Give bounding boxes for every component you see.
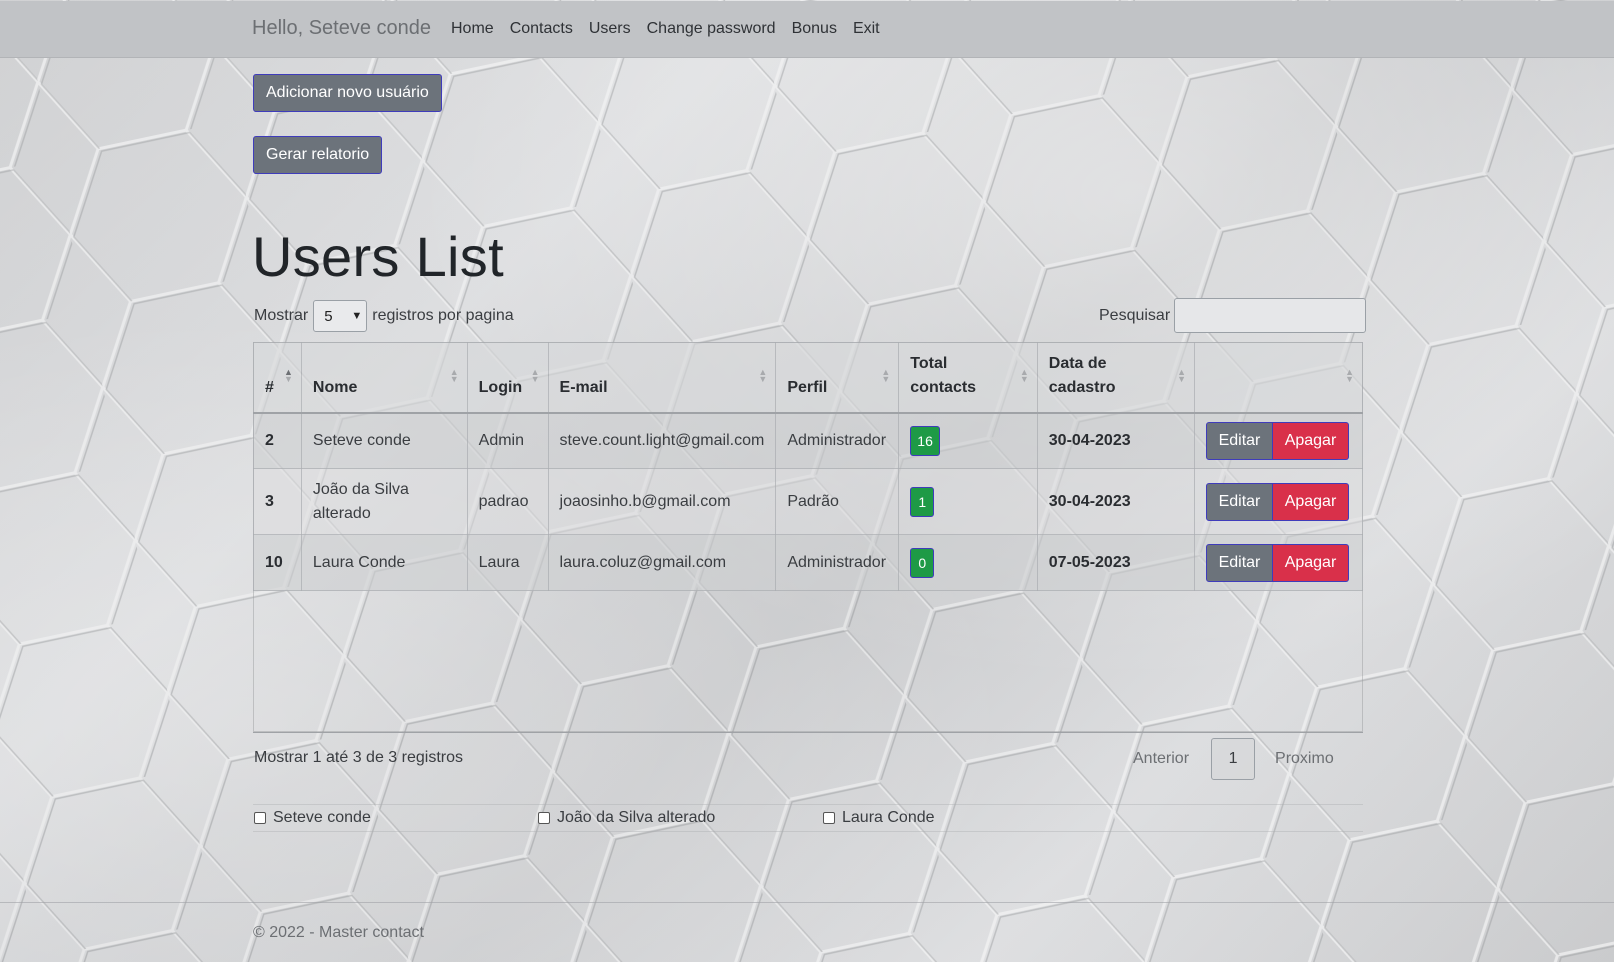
chevron-down-icon: ▼: [351, 310, 363, 322]
users-table: # ▲ ▼ Nome ▲ ▼ Login ▲ ▼ E-mail ▲ ▼ Perfil ▲ ▼ Tot…: [253, 342, 1364, 591]
pagination: Anterior 1 Proximo: [1133, 738, 1334, 780]
page-length-suffix: registros por pagina: [372, 307, 514, 324]
cell-perfil: Administrador: [775, 534, 900, 591]
sort-icon: ▲ ▼: [1177, 367, 1186, 384]
column-header-data-cadastro[interactable]: Data de cadastro ▲ ▼: [1036, 342, 1195, 414]
cell-data: 30-04-2023: [1036, 412, 1195, 469]
cell-data: 30-04-2023: [1036, 468, 1195, 535]
cell-email: joaosinho.b@gmail.com: [547, 468, 777, 535]
nav-users[interactable]: Users: [589, 20, 631, 38]
total-contacts-badge: 1: [910, 486, 935, 517]
page-length-control: Mostrar 5 ▼ registros por pagina: [254, 300, 514, 332]
checkbox-item[interactable]: Laura Conde: [823, 809, 935, 827]
checkbox-item[interactable]: João da Silva alterado: [538, 809, 715, 827]
pagination-info: Mostrar 1 até 3 de 3 registros: [254, 749, 463, 766]
pagination-next[interactable]: Proximo: [1275, 750, 1334, 768]
delete-button[interactable]: Apagar: [1272, 421, 1349, 460]
search-control: Pesquisar: [1099, 298, 1367, 333]
sort-icon: ▲ ▼: [881, 367, 891, 384]
cell-perfil: Padrão: [775, 468, 900, 535]
column-header-login[interactable]: Login ▲ ▼: [466, 342, 549, 414]
column-header-actions[interactable]: ▲ ▼: [1193, 342, 1364, 414]
cell-actions: Editar Apagar: [1193, 534, 1364, 591]
table-row: 3 João da Silva alterado padrao joaosinh…: [253, 468, 1364, 535]
sort-icon: ▲ ▼: [530, 367, 540, 384]
total-contacts-badge: 0: [910, 547, 935, 578]
search-label: Pesquisar: [1099, 306, 1171, 324]
sort-icon: ▲ ▼: [1019, 367, 1029, 384]
footer-divider: [0, 902, 1614, 903]
cell-perfil: Administrador: [775, 412, 900, 469]
edit-button[interactable]: Editar: [1205, 543, 1273, 582]
page-length-prefix: Mostrar: [254, 307, 309, 324]
cell-total: 1: [898, 468, 1038, 535]
cell-email: steve.count.light@gmail.com: [547, 412, 777, 469]
add-user-button[interactable]: Adicionar novo usuário: [253, 74, 442, 112]
edit-button[interactable]: Editar: [1205, 482, 1273, 521]
nav-bonus[interactable]: Bonus: [792, 20, 837, 38]
footer-text: © 2022 - Master contact: [253, 924, 424, 941]
cell-total: 0: [898, 534, 1038, 591]
cell-login: Laura: [466, 534, 549, 591]
column-header-email[interactable]: E-mail ▲ ▼: [547, 342, 777, 414]
sort-icon: ▲ ▼: [758, 367, 768, 384]
checkbox[interactable]: [538, 812, 550, 824]
main-content: Adicionar novo usuário Gerar relatorio U…: [0, 0, 1614, 962]
nav-change-password[interactable]: Change password: [647, 20, 776, 38]
cell-id: 10: [253, 534, 302, 591]
checkbox-item[interactable]: Seteve conde: [254, 809, 371, 827]
cell-id: 2: [253, 412, 302, 469]
checkbox-label: João da Silva alterado: [557, 809, 716, 826]
page-length-select[interactable]: 5 ▼: [313, 300, 368, 332]
cell-nome: João da Silva alterado: [300, 468, 468, 535]
checkbox[interactable]: [823, 812, 835, 824]
cell-nome: Laura Conde: [300, 534, 468, 591]
users-table-container: # ▲ ▼ Nome ▲ ▼ Login ▲ ▼ E-mail ▲ ▼ Perfil ▲ ▼ Tot…: [253, 342, 1364, 732]
column-header-nome[interactable]: Nome ▲ ▼: [300, 342, 468, 414]
nav-exit[interactable]: Exit: [853, 20, 880, 38]
cell-login: padrao: [466, 468, 549, 535]
nav-links: Home Contacts Users Change password Bonu…: [451, 20, 896, 38]
checkbox-label: Seteve conde: [273, 809, 371, 826]
cell-actions: Editar Apagar: [1193, 468, 1364, 535]
table-row: 10 Laura Conde Laura laura.coluz@gmail.c…: [253, 534, 1364, 591]
cell-data: 07-05-2023: [1036, 534, 1195, 591]
cell-id: 3: [253, 468, 302, 535]
generate-report-button[interactable]: Gerar relatorio: [253, 136, 383, 174]
checkbox-label: Laura Conde: [842, 809, 935, 826]
column-header-total-contacts[interactable]: Total contacts ▲ ▼: [898, 342, 1038, 414]
column-header-id[interactable]: # ▲ ▼: [253, 342, 302, 414]
pagination-previous[interactable]: Anterior: [1133, 750, 1189, 768]
delete-button[interactable]: Apagar: [1272, 543, 1349, 582]
page-title: Users List: [252, 225, 504, 288]
nav-contacts[interactable]: Contacts: [510, 20, 573, 38]
sort-icon: ▲ ▼: [1345, 367, 1354, 384]
table-divider: [253, 732, 1363, 733]
top-navbar: Hello, Seteve conde Home Contacts Users …: [0, 1, 1614, 58]
total-contacts-badge: 16: [910, 425, 940, 456]
user-checkbox-list: Seteve conde João da Silva alterado Laur…: [253, 804, 1363, 832]
cell-actions: Editar Apagar: [1193, 412, 1364, 469]
edit-button[interactable]: Editar: [1205, 421, 1273, 460]
checkbox[interactable]: [254, 812, 266, 824]
cell-login: Admin: [466, 412, 549, 469]
sort-icon: ▲ ▼: [283, 367, 293, 384]
cell-nome: Seteve conde: [300, 412, 468, 469]
greeting: Hello, Seteve conde: [252, 17, 432, 39]
nav-home[interactable]: Home: [451, 20, 494, 38]
column-header-perfil[interactable]: Perfil ▲ ▼: [775, 342, 900, 414]
sort-icon: ▲ ▼: [449, 367, 459, 384]
table-header-row: # ▲ ▼ Nome ▲ ▼ Login ▲ ▼ E-mail ▲ ▼ Perfil ▲ ▼ Tot…: [253, 342, 1364, 414]
table-row: 2 Seteve conde Admin steve.count.light@g…: [253, 412, 1364, 469]
page-length-value: 5: [324, 307, 333, 325]
delete-button[interactable]: Apagar: [1272, 482, 1349, 521]
search-input[interactable]: [1174, 298, 1367, 333]
cell-total: 16: [898, 412, 1038, 469]
pagination-current-page[interactable]: 1: [1211, 738, 1256, 780]
cell-email: laura.coluz@gmail.com: [547, 534, 777, 591]
